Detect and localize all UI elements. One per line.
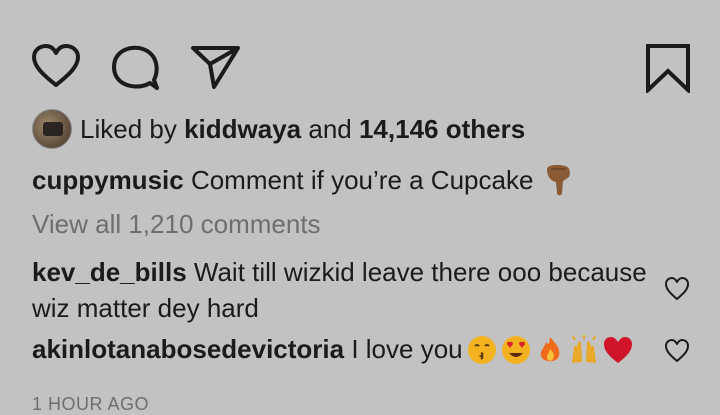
backhand-index-pointing-down-icon (547, 165, 571, 196)
view-all-comments-link[interactable]: View all 1,210 comments (32, 209, 321, 240)
likes-middle: and (301, 113, 359, 144)
comment-item: akinlotanabosedevictoria I love you (32, 334, 633, 365)
caption-text: Comment if you’re a Cupcake (183, 164, 534, 195)
heart-outline-icon[interactable] (32, 44, 80, 88)
paper-plane-icon[interactable] (190, 44, 242, 90)
comment-like-heart-icon[interactable] (664, 277, 690, 306)
kissing-face-icon (467, 335, 496, 364)
comment-text: I love you (344, 334, 463, 364)
likes-count[interactable]: 14,146 others (359, 114, 525, 145)
post-caption: cuppymusic Comment if you’re a Cupcake (32, 163, 573, 197)
comment-username[interactable]: kev_de_bills (32, 257, 187, 287)
comment-bubble-icon[interactable] (110, 44, 160, 92)
comment-username[interactable]: akinlotanabosedevictoria (32, 334, 344, 365)
bookmark-icon[interactable] (645, 43, 691, 93)
post-timestamp: 1 HOUR AGO (32, 394, 150, 414)
likes-summary: Liked by kiddwaya and 14,146 others (32, 108, 525, 150)
heart-eyes-face-icon (501, 335, 530, 364)
liker-avatar[interactable] (32, 109, 72, 149)
red-heart-icon (603, 336, 632, 363)
liker-username[interactable]: kiddwaya (184, 114, 301, 145)
comment-item: kev_de_bills Wait till wizkid leave ther… (32, 254, 652, 326)
comment-like-heart-icon[interactable] (664, 339, 690, 368)
caption-username[interactable]: cuppymusic (32, 165, 184, 196)
likes-prefix: Liked by (80, 113, 185, 144)
action-bar (0, 0, 720, 100)
raising-hands-icon (571, 334, 596, 363)
fire-icon (540, 336, 560, 361)
